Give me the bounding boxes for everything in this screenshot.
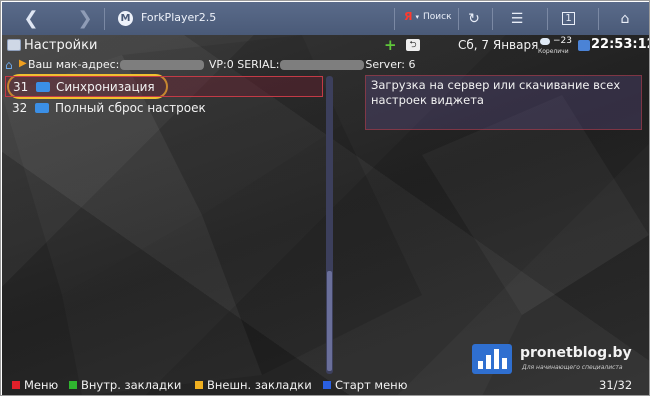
divider (458, 8, 459, 30)
clock: 22:53:12 (591, 37, 650, 52)
footer-label: Меню (24, 378, 59, 392)
redacted-mac (120, 60, 205, 70)
item-description: Загрузка на сервер или скачивание всех н… (365, 75, 642, 130)
list-item[interactable]: 31 Синхронизация (5, 76, 323, 97)
watermark-text: pronetblog.by (520, 345, 632, 361)
chevron-down-icon: ▾ (415, 12, 419, 21)
green-key-icon (69, 381, 77, 389)
item-counter: 31/32 (599, 378, 633, 392)
scrollbar[interactable] (326, 76, 333, 374)
yellow-key-icon (195, 381, 203, 389)
mac-label: Ваш мак-адрес: (28, 58, 120, 71)
yandex-icon: Я (404, 10, 413, 23)
folder-icon (35, 103, 49, 113)
arrow-right-icon: ▶ (19, 58, 27, 69)
forkplayer-logo-icon: M (118, 11, 133, 26)
divider (492, 8, 493, 30)
divider (104, 8, 105, 30)
footer-label: Старт меню (335, 378, 408, 392)
scrollbar-thumb[interactable] (327, 271, 332, 371)
search-button[interactable]: Я ▾ Поиск (404, 10, 452, 23)
red-key-icon (12, 381, 20, 389)
page-title: Настройки (24, 38, 98, 53)
search-label: Поиск (423, 11, 452, 22)
footer-label: Внешн. закладки (207, 378, 312, 392)
item-number: 31 (13, 79, 29, 94)
reload-icon[interactable]: ↻ (465, 10, 483, 28)
chevron-right-icon[interactable]: ❯ (74, 2, 96, 35)
menu-icon[interactable]: ☰ (508, 10, 526, 28)
footer-bar: Меню Внутр. закладки Внешн. закладки Ста… (2, 377, 649, 395)
device-info: Ваш мак-адрес: VP:0 SERIAL: Server: 6 (28, 58, 416, 71)
back-icon[interactable]: ⮌ (406, 39, 420, 51)
server-label: Server: 6 (365, 58, 416, 71)
footer-label: Внутр. закладки (81, 378, 182, 392)
watermark-subtitle: Для начинающего специалиста (522, 364, 623, 371)
temperature: −23 (553, 36, 572, 46)
tab-title[interactable]: ForkPlayer2.5 (141, 11, 216, 24)
tabs-count-icon[interactable]: 1 (562, 12, 575, 25)
vp-serial-label: VP:0 SERIAL: (205, 58, 280, 71)
monitor-icon (578, 40, 590, 51)
cloud-icon (540, 38, 550, 45)
weather-city: Кореличи (538, 48, 569, 55)
weather-widget: −23 Кореличи (538, 36, 578, 56)
footer-internal-bookmarks-button[interactable]: Внутр. закладки (69, 378, 181, 392)
home-icon[interactable]: ⌂ (5, 58, 13, 72)
browser-toolbar: ❮ ❯ M ForkPlayer2.5 Я ▾ Поиск ↻ ☰ 1 ⌂ (2, 2, 649, 35)
address-bar: ⌂ ▶ Ваш мак-адрес: VP:0 SERIAL: Server: 6 (2, 56, 649, 73)
settings-list: 31 Синхронизация 32 Полный сброс настрое… (2, 76, 327, 118)
divider (598, 8, 599, 30)
folder-icon (36, 82, 50, 92)
forkplayer-app: Настройки + ⮌ Сб, 7 Января −23 Кореличи … (2, 35, 649, 395)
chevron-left-icon[interactable]: ❮ (20, 2, 42, 35)
watermark-logo: pronetblog.by Для начинающего специалист… (472, 340, 642, 382)
footer-menu-button[interactable]: Меню (12, 378, 58, 392)
footer-external-bookmarks-button[interactable]: Внешн. закладки (195, 378, 312, 392)
item-label: Полный сброс настроек (55, 100, 206, 115)
screenshot-frame: ❮ ❯ M ForkPlayer2.5 Я ▾ Поиск ↻ ☰ 1 ⌂ На… (0, 0, 650, 396)
home-icon[interactable]: ⌂ (616, 10, 634, 28)
divider (394, 8, 395, 30)
plus-icon[interactable]: + (384, 36, 397, 54)
footer-start-menu-button[interactable]: Старт меню (323, 378, 407, 392)
blue-key-icon (323, 381, 331, 389)
chart-logo-icon (472, 344, 512, 374)
app-header: Настройки + ⮌ Сб, 7 Января −23 Кореличи … (2, 35, 649, 55)
item-label: Синхронизация (56, 79, 155, 94)
item-number: 32 (12, 100, 28, 115)
redacted-serial (280, 60, 365, 70)
settings-icon (7, 39, 21, 51)
divider (547, 8, 548, 30)
date-label: Сб, 7 Января (458, 38, 539, 52)
list-item[interactable]: 32 Полный сброс настроек (2, 97, 327, 118)
